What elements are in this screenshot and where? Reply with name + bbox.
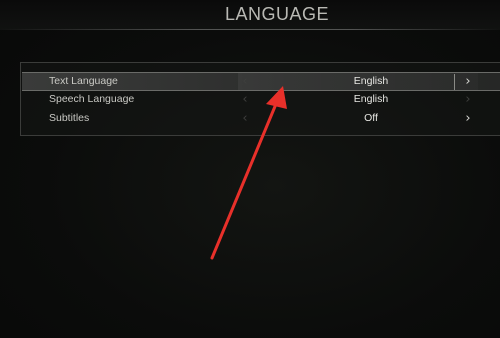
setting-value: English <box>353 93 389 105</box>
setting-value: English <box>353 75 389 87</box>
chevron-left-icon[interactable]: ‹ <box>238 111 252 127</box>
value-selector[interactable]: ‹ Off › <box>238 110 478 129</box>
setting-row-text-language[interactable]: Text Language ‹ English › <box>22 72 500 91</box>
setting-label: Speech Language <box>49 93 135 105</box>
setting-value: Off <box>364 112 378 124</box>
value-selector[interactable]: ‹ English › <box>238 91 478 110</box>
chevron-right-icon[interactable]: › <box>461 74 475 90</box>
chevron-left-icon[interactable]: ‹ <box>238 74 252 90</box>
setting-row-speech-language[interactable]: Speech Language ‹ English › <box>22 91 500 110</box>
page-title: LANGUAGE <box>224 4 330 24</box>
chevron-right-icon[interactable]: › <box>461 92 475 108</box>
background <box>0 0 500 338</box>
setting-label: Text Language <box>49 75 118 87</box>
setting-label: Subtitles <box>49 112 90 124</box>
chevron-left-icon[interactable]: ‹ <box>238 92 252 108</box>
value-selector[interactable]: ‹ English › <box>238 73 478 90</box>
header-divider <box>0 29 500 30</box>
chevron-right-icon[interactable]: › <box>461 111 475 127</box>
setting-row-subtitles[interactable]: Subtitles ‹ Off › <box>22 110 500 129</box>
